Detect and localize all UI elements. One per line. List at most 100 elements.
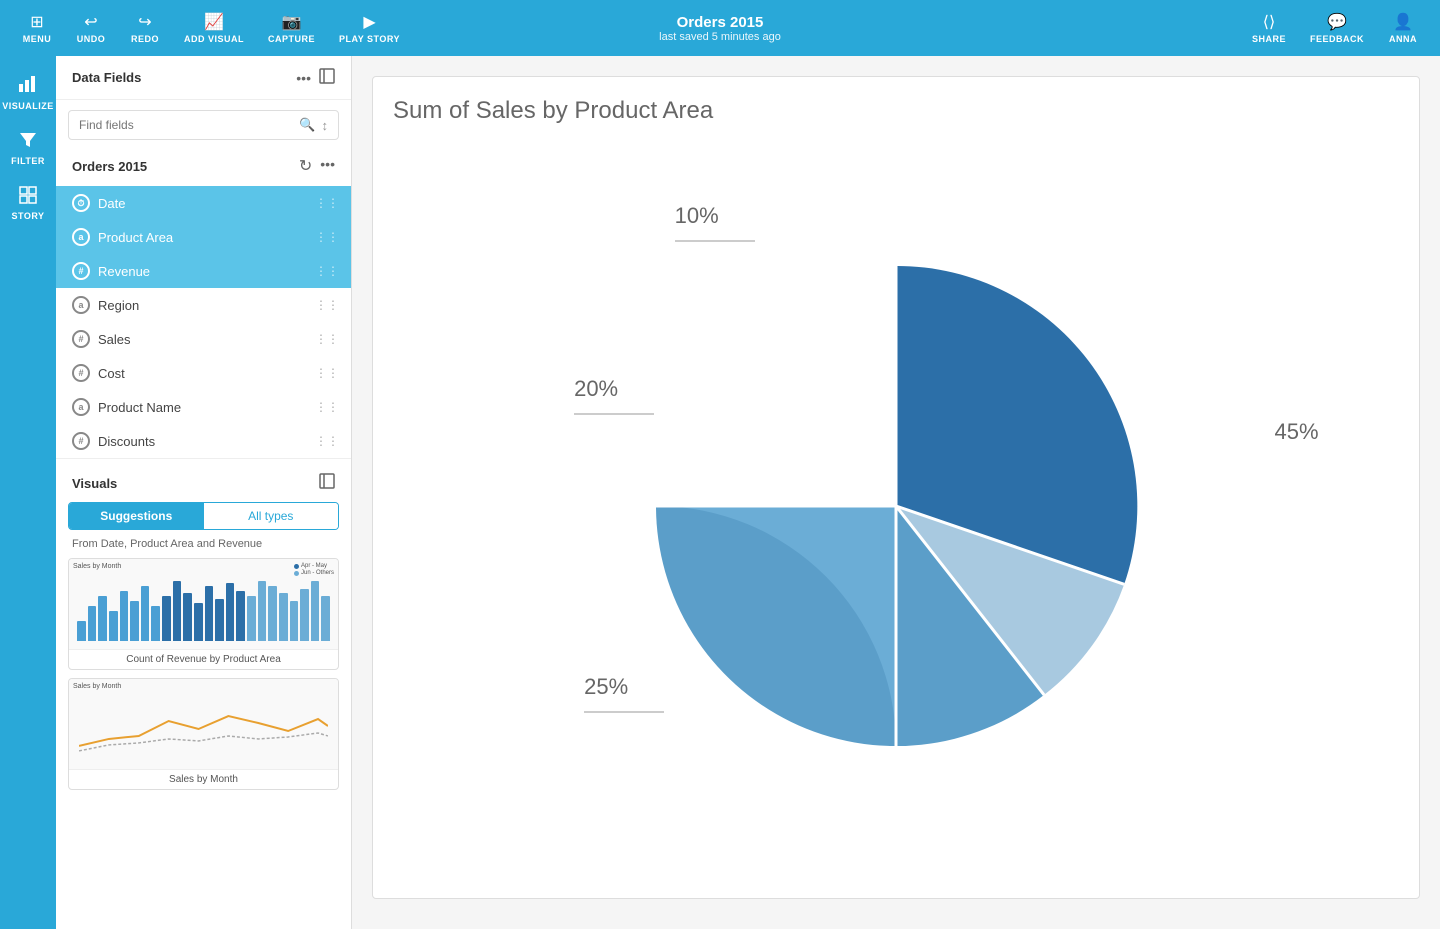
data-panel: Data Fields ••• 🔍 ↕ Orders 2015 ↻ ••• — [56, 56, 352, 929]
sidebar-item-filter[interactable]: FILTER — [5, 125, 51, 172]
share-icon: ⟨⟩ — [1263, 12, 1275, 32]
share-label: SHARE — [1252, 34, 1286, 44]
visualize-label: VISUALIZE — [2, 101, 54, 111]
field-item-region[interactable]: a Region ⋮⋮ — [56, 288, 351, 322]
dataset-header: Orders 2015 ↻ ••• — [56, 150, 351, 182]
visual-card-line-chart: Sales by Month — [69, 679, 338, 769]
field-item-revenue[interactable]: # Revenue ⋮⋮ — [56, 254, 351, 288]
chart-container: Sum of Sales by Product Area — [372, 76, 1420, 899]
field-name-label: Discounts — [98, 434, 155, 449]
feedback-button[interactable]: 💬 FEEDBACK — [1300, 8, 1374, 48]
story-label: STORY — [11, 211, 44, 221]
drag-handle-icon[interactable]: ⋮⋮ — [315, 196, 339, 210]
field-name-label: Region — [98, 298, 139, 313]
field-name-label: Product Area — [98, 230, 173, 245]
drag-handle-icon[interactable]: ⋮⋮ — [315, 332, 339, 346]
field-name-label: Product Name — [98, 400, 181, 415]
sidebar-item-story[interactable]: STORY — [5, 180, 50, 227]
field-item-sales[interactable]: # Sales ⋮⋮ — [56, 322, 351, 356]
drag-handle-icon[interactable]: ⋮⋮ — [315, 298, 339, 312]
visuals-section: Visuals Suggestions All types From Date,… — [56, 458, 351, 808]
data-fields-title: Data Fields — [72, 70, 141, 85]
field-item-cost[interactable]: # Cost ⋮⋮ — [56, 356, 351, 390]
label-20pct: 20% — [574, 376, 654, 424]
undo-button[interactable]: ↩ UNDO — [66, 8, 116, 48]
visuals-hint: From Date, Product Area and Revenue — [56, 538, 351, 558]
filter-icon — [19, 131, 37, 154]
field-list: ⏱ Date ⋮⋮ a Product Area ⋮⋮ # Revenue ⋮⋮… — [56, 186, 351, 458]
sort-icon[interactable]: ↕ — [322, 118, 329, 133]
play-story-label: PLAY STORY — [339, 34, 400, 44]
data-fields-actions: ••• — [296, 68, 335, 87]
add-visual-button[interactable]: 📈 ADD VISUAL — [174, 8, 254, 48]
field-item-product_area[interactable]: a Product Area ⋮⋮ — [56, 220, 351, 254]
field-type-icon: # — [72, 262, 90, 280]
tab-all-types[interactable]: All types — [204, 503, 339, 529]
field-item-discounts[interactable]: # Discounts ⋮⋮ — [56, 424, 351, 458]
document-title: Orders 2015 — [659, 14, 781, 31]
dataset-actions: ↻ ••• — [299, 156, 335, 176]
mini-chart-legend: Apr - May Jun - Others — [294, 563, 334, 576]
visual-card-line-label: Sales by Month — [69, 769, 338, 789]
main-area: Data Fields ••• 🔍 ↕ Orders 2015 ↻ ••• — [56, 56, 1440, 929]
refresh-icon[interactable]: ↻ — [299, 156, 312, 176]
capture-label: CAPTURE — [268, 34, 315, 44]
story-icon — [19, 186, 37, 209]
user-button[interactable]: 👤 ANNA — [1378, 8, 1428, 48]
search-input[interactable] — [79, 118, 293, 132]
capture-button[interactable]: 📷 CAPTURE — [258, 8, 325, 48]
drag-handle-icon[interactable]: ⋮⋮ — [315, 434, 339, 448]
mini-bar-chart — [75, 581, 332, 641]
field-name-label: Cost — [98, 366, 125, 381]
field-item-date[interactable]: ⏱ Date ⋮⋮ — [56, 186, 351, 220]
drag-handle-icon[interactable]: ⋮⋮ — [315, 264, 339, 278]
toolbar-left: ⊞ MENU ↩ UNDO ↪ REDO 📈 ADD VISUAL 📷 CAPT… — [12, 8, 410, 48]
capture-icon: 📷 — [282, 12, 302, 32]
sidebar-item-visualize[interactable]: VISUALIZE — [0, 68, 60, 117]
search-icon: 🔍 — [299, 117, 315, 133]
feedback-label: FEEDBACK — [1310, 34, 1364, 44]
menu-icon: ⊞ — [30, 12, 43, 32]
play-icon: ▶ — [363, 12, 375, 32]
play-story-button[interactable]: ▶ PLAY STORY — [329, 8, 410, 48]
label-25pct: 25% — [584, 674, 664, 722]
dataset-more-icon[interactable]: ••• — [320, 156, 335, 176]
search-bar[interactable]: 🔍 ↕ — [68, 110, 339, 140]
add-visual-label: ADD VISUAL — [184, 34, 244, 44]
menu-button[interactable]: ⊞ MENU — [12, 8, 62, 48]
label-45pct: 45% — [1274, 419, 1318, 445]
visuals-title: Visuals — [72, 476, 117, 491]
drag-handle-icon[interactable]: ⋮⋮ — [315, 366, 339, 380]
visual-card-line[interactable]: Sales by Month Sales by Month — [68, 678, 339, 790]
chart-title: Sum of Sales by Product Area — [393, 97, 1399, 125]
undo-label: UNDO — [77, 34, 106, 44]
field-name-label: Date — [98, 196, 125, 211]
user-label: ANNA — [1389, 34, 1417, 44]
field-type-icon: # — [72, 330, 90, 348]
label-10pct: 10% — [675, 203, 755, 251]
expand-icon[interactable] — [319, 68, 335, 87]
add-visual-icon: 📈 — [204, 12, 224, 32]
redo-icon: ↪ — [138, 12, 151, 32]
field-item-product_name[interactable]: a Product Name ⋮⋮ — [56, 390, 351, 424]
redo-button[interactable]: ↪ REDO — [120, 8, 170, 48]
share-button[interactable]: ⟨⟩ SHARE — [1242, 8, 1296, 48]
chart-area: Sum of Sales by Product Area — [352, 56, 1440, 929]
save-status: last saved 5 minutes ago — [659, 31, 781, 43]
more-options-icon[interactable]: ••• — [296, 70, 311, 86]
visual-card-bar-label: Count of Revenue by Product Area — [69, 649, 338, 669]
drag-handle-icon[interactable]: ⋮⋮ — [315, 230, 339, 244]
user-icon: 👤 — [1393, 12, 1413, 32]
visuals-expand-icon[interactable] — [319, 473, 335, 494]
toolbar-right: ⟨⟩ SHARE 💬 FEEDBACK 👤 ANNA — [1242, 8, 1428, 48]
dataset-name: Orders 2015 — [72, 159, 147, 174]
pie-wrapper: 10% 20% 25% 45% — [393, 145, 1399, 866]
tab-suggestions[interactable]: Suggestions — [69, 503, 204, 529]
left-sidebar: VISUALIZE FILTER STORY — [0, 56, 56, 929]
field-name-label: Sales — [98, 332, 131, 347]
field-type-icon: ⏱ — [72, 194, 90, 212]
visual-card-bar-chart: Sales by Month Apr - May Jun - Others — [69, 559, 338, 649]
drag-handle-icon[interactable]: ⋮⋮ — [315, 400, 339, 414]
visual-card-bar[interactable]: Sales by Month Apr - May Jun - Others Co… — [68, 558, 339, 670]
pie-chart — [606, 216, 1186, 796]
